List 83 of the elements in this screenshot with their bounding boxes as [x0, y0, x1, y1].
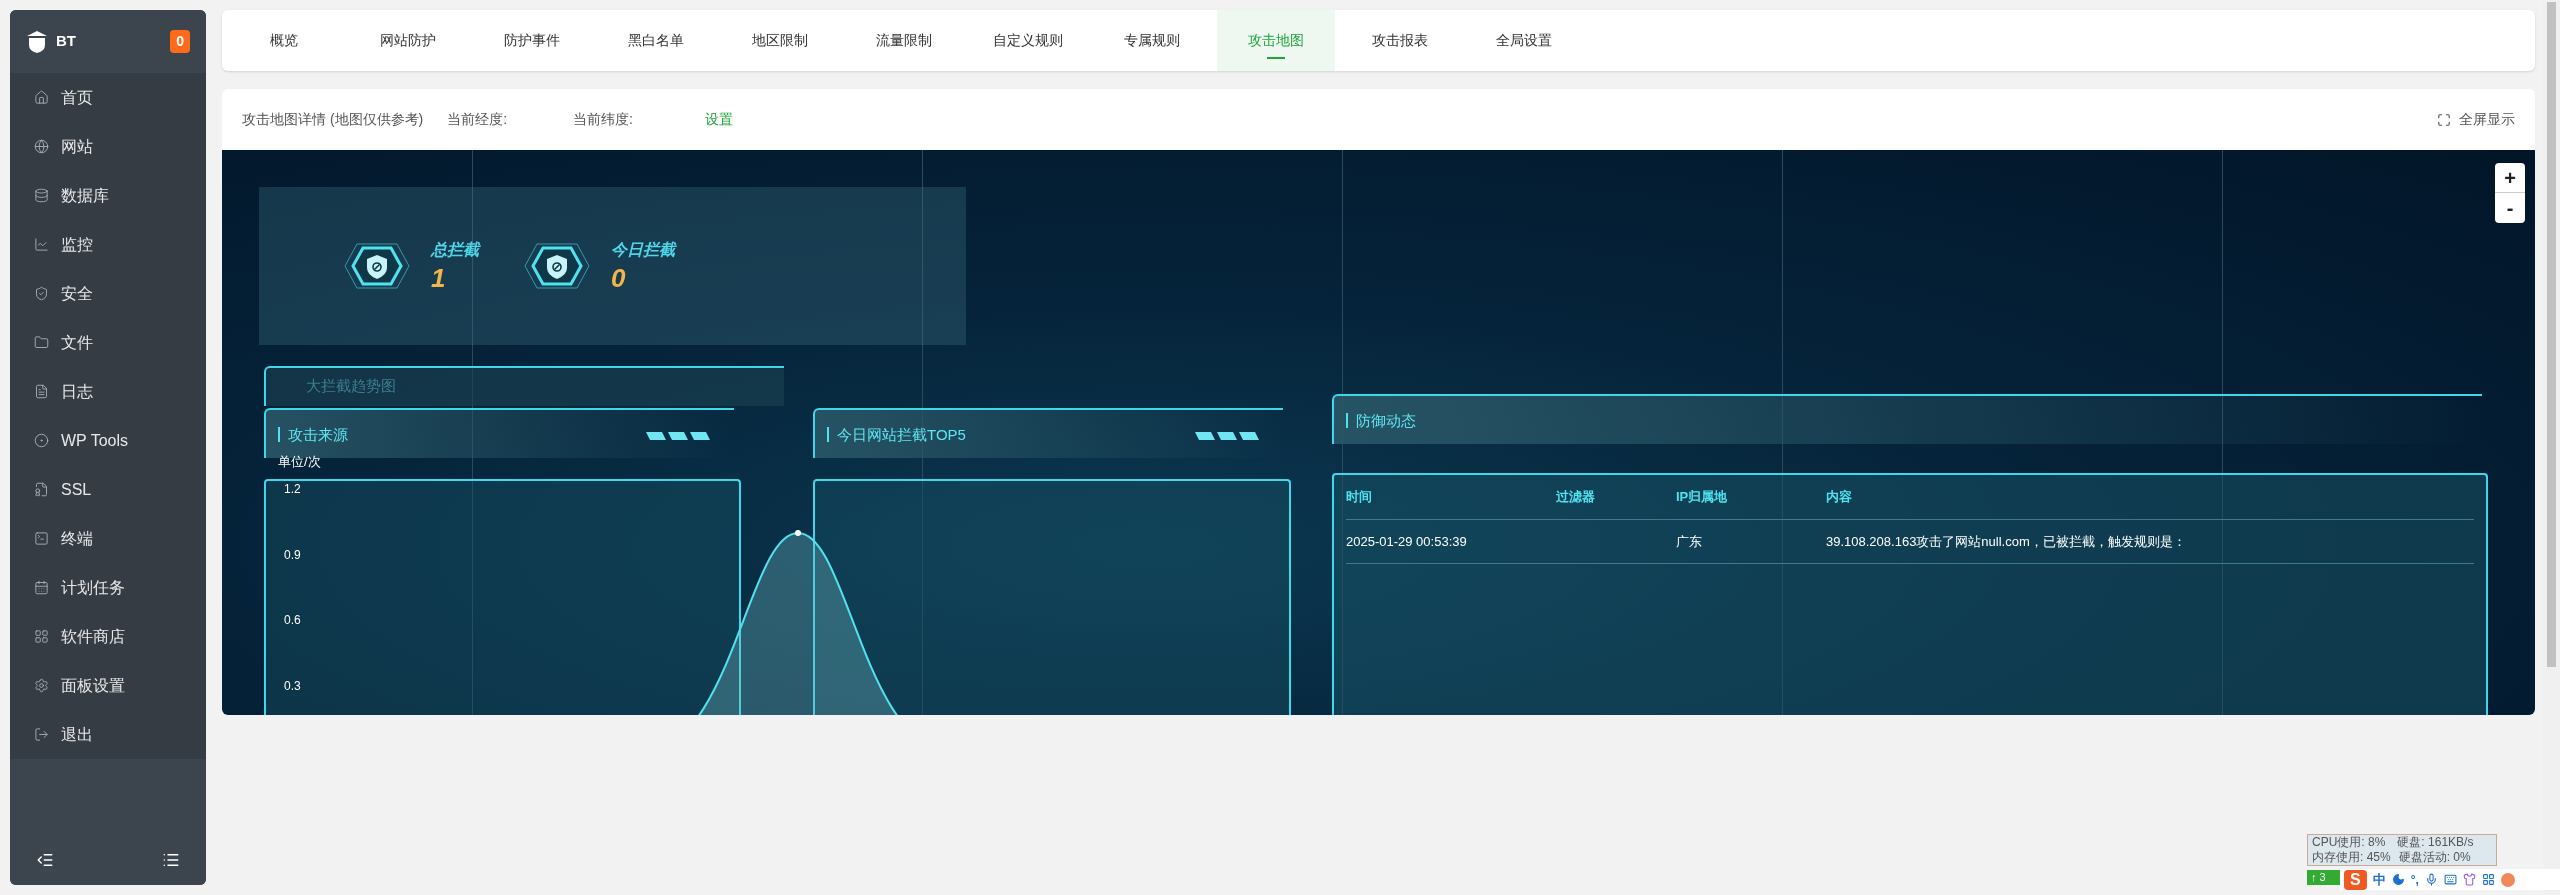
- panel-title: 大拦截趋势图: [306, 377, 396, 394]
- panel-title: 防御动态: [1346, 412, 1416, 428]
- menu-item-icon: [34, 286, 49, 301]
- input-mode-toggle[interactable]: 中: [2372, 869, 2386, 890]
- sidebar-item[interactable]: 首页: [10, 73, 206, 122]
- tab[interactable]: 概览: [225, 10, 343, 71]
- menu-icon[interactable]: [162, 851, 180, 869]
- sidebar-item[interactable]: WP Tools: [10, 416, 206, 465]
- memory-usage: 内存使用: 45%: [2312, 850, 2391, 865]
- menu-item-icon: [34, 237, 49, 252]
- tab[interactable]: 地区限制: [721, 10, 839, 71]
- collapse-icon[interactable]: [36, 851, 54, 869]
- shield-logo-icon: [26, 29, 48, 54]
- column-header: 时间: [1346, 488, 1373, 507]
- sidebar-item[interactable]: 文件: [10, 318, 206, 367]
- moon-icon[interactable]: [2391, 873, 2405, 886]
- stat-value: 0: [611, 261, 627, 295]
- menu-item-icon: [34, 727, 49, 742]
- tab[interactable]: 全局设置: [1465, 10, 1583, 71]
- menu-item-icon: [34, 384, 49, 399]
- fullscreen-icon: [2437, 112, 2451, 127]
- map-title: 攻击地图详情 (地图仅供参考): [242, 110, 424, 129]
- sidebar-item[interactable]: 数据库: [10, 171, 206, 220]
- menu-item-icon: [34, 482, 49, 497]
- zoom-out-button[interactable]: -: [2495, 193, 2525, 223]
- tab[interactable]: 黑白名单: [597, 10, 715, 71]
- y-tick-label: 1.2: [284, 482, 301, 496]
- sidebar-item[interactable]: SSL: [10, 465, 206, 514]
- sidebar-item[interactable]: 网站: [10, 122, 206, 171]
- zoom-in-button[interactable]: +: [2495, 163, 2525, 193]
- microphone-icon[interactable]: [2424, 873, 2438, 886]
- menu-item-icon: [34, 433, 49, 448]
- sidebar-item[interactable]: 面板设置: [10, 661, 206, 710]
- tab[interactable]: 防护事件: [473, 10, 591, 71]
- column-header: IP归属地: [1676, 488, 1729, 507]
- sidebar-item[interactable]: 终端: [10, 514, 206, 563]
- sidebar-item[interactable]: 软件商店: [10, 612, 206, 661]
- tab[interactable]: 网站防护: [349, 10, 467, 71]
- menu-item-icon: [34, 629, 49, 644]
- menu-item-icon: [34, 531, 49, 546]
- disk-speed: 硬盘: 161KB/s: [2397, 835, 2474, 850]
- punctuation-toggle[interactable]: °,: [2410, 870, 2419, 889]
- y-axis-title: 单位/次: [278, 454, 321, 469]
- menu-item-icon: [34, 678, 49, 693]
- y-tick-label: 0.3: [284, 679, 301, 694]
- y-tick-label: 0.6: [284, 613, 301, 628]
- menu-item-icon: [34, 580, 49, 595]
- table-cell-text: 39.108.208.163攻击了网站null.com，已被拦截，触发规则是：: [1826, 532, 2187, 551]
- logo-text: BT: [56, 31, 76, 52]
- menu-item-icon: [34, 139, 49, 154]
- column-header: 内容: [1826, 488, 1853, 507]
- y-tick-label: 0.9: [284, 547, 301, 562]
- fullscreen-button[interactable]: 全屏显示: [2437, 109, 2515, 130]
- tab[interactable]: 专属规则: [1093, 10, 1211, 71]
- stat-label: 总拦截: [431, 239, 479, 260]
- panel-title: 攻击来源: [278, 426, 348, 442]
- sidebar-item[interactable]: 计划任务: [10, 563, 206, 612]
- sidebar-item[interactable]: 监控: [10, 220, 206, 269]
- stat-label: 今日拦截: [611, 239, 675, 260]
- latitude-label: 当前纬度:: [573, 110, 633, 129]
- tab[interactable]: 流量限制: [845, 10, 963, 71]
- menu-item-icon: [34, 90, 49, 105]
- stripes-icon: [1195, 432, 1259, 440]
- sidebar-item[interactable]: 退出: [10, 710, 206, 759]
- grid-icon[interactable]: [2481, 873, 2495, 886]
- sidebar-item[interactable]: 安全: [10, 269, 206, 318]
- sidebar-item[interactable]: 日志: [10, 367, 206, 416]
- table-cell-text: 2025-01-29 00:53:39: [1346, 532, 1468, 551]
- keyboard-icon[interactable]: [2443, 873, 2457, 886]
- column-header: 过滤器: [1556, 488, 1596, 507]
- disk-activity: 硬盘活动: 0%: [2398, 850, 2471, 865]
- tab[interactable]: 自定义规则: [969, 10, 1087, 71]
- tab[interactable]: 攻击报表: [1341, 10, 1459, 71]
- stat-value: 1: [431, 261, 447, 295]
- active-tab-underline: [1267, 57, 1285, 59]
- table-cell-text: 广东: [1676, 532, 1703, 551]
- stripes-icon: [646, 432, 710, 440]
- shirt-icon[interactable]: [2462, 873, 2476, 886]
- menu-item-icon: [34, 335, 49, 350]
- menu-item-icon: [34, 188, 49, 203]
- panel-title: 今日网站拦截TOP5: [827, 426, 966, 442]
- cpu-usage: CPU使用: 8%: [2312, 835, 2386, 850]
- longitude-label: 当前经度:: [447, 110, 508, 129]
